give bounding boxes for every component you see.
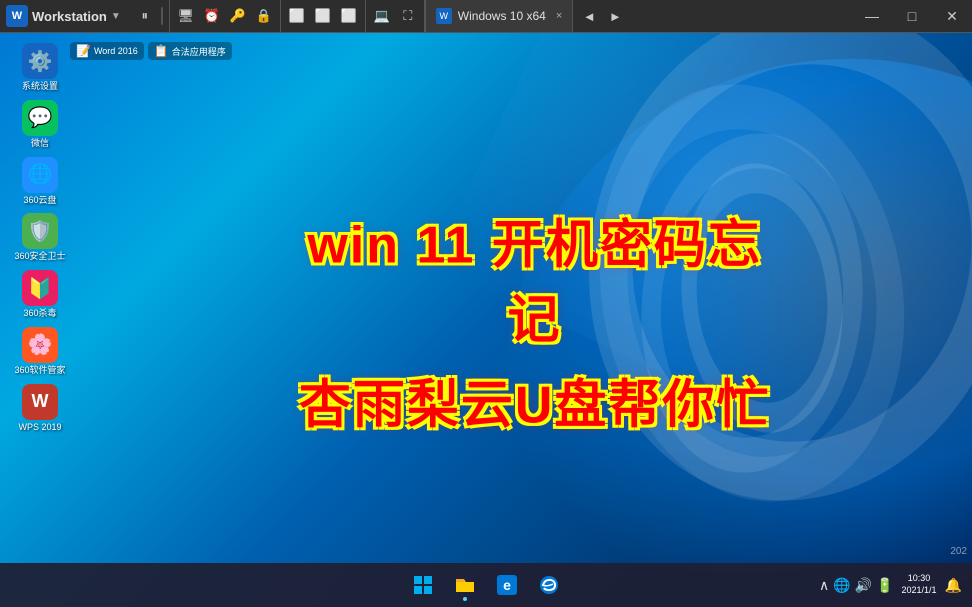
vm-ctrl-4[interactable]: 🔒 — [252, 4, 276, 28]
security-icon-label: 360安全卫士 — [14, 251, 65, 262]
top-app-other-label: 合法应用程序 — [172, 45, 226, 58]
antivirus-icon-label: 360杀毒 — [23, 308, 56, 319]
taskbar-explorer[interactable] — [446, 566, 484, 604]
vm-os-icon: W — [436, 8, 452, 24]
app-title: Workstation — [32, 9, 107, 24]
tray-sound[interactable]: 🔊 — [855, 577, 872, 594]
wps-icon-label: WPS 2019 — [18, 422, 61, 433]
toolbar-vm-controls: 🖥 ⏰ 🔑 🔒 — [170, 0, 281, 32]
vm-tab-close[interactable]: × — [556, 10, 562, 22]
desktop-icon-settings[interactable]: ⚙️ 系统设置 — [8, 43, 72, 92]
terminal-button[interactable]: 💻 — [370, 4, 394, 28]
toolbar-sep — [161, 7, 163, 25]
toolbar-audio: ◄ ► — [573, 0, 631, 32]
cloud-icon: 🌐 — [22, 157, 58, 193]
top-apps-bar: 📝 Word 2016 📋 合法应用程序 — [70, 33, 232, 69]
taskbar: e ∧ 🌐 🔊 🔋 10:30 2021/1/1 — [0, 563, 972, 607]
toolbar-view-controls: ⬜ ⬜ ⬜ — [281, 0, 366, 32]
desktop-icon-360security[interactable]: 🛡️ 360安全卫士 — [8, 213, 72, 262]
app-dropdown-arrow[interactable]: ▼ — [111, 11, 121, 22]
tray-notifications[interactable]: 🔔 — [945, 577, 962, 594]
fullscreen-button[interactable]: ⛶ — [396, 4, 420, 28]
desktop-icon-360manager[interactable]: 🌸 360软件管家 — [8, 327, 72, 376]
watermark: 202 — [950, 546, 967, 557]
top-app-other[interactable]: 📋 合法应用程序 — [148, 42, 232, 60]
vm-tab[interactable]: W Windows 10 x64 × — [425, 0, 573, 32]
view-ctrl-1[interactable]: ⬜ — [285, 4, 309, 28]
tray-chevron[interactable]: ∧ — [819, 577, 829, 594]
tray-battery[interactable]: 🔋 — [876, 577, 893, 594]
titlebar: W Workstation ▼ ⏸ 🖥 ⏰ 🔑 🔒 ⬜ ⬜ ⬜ 💻 ⛶ W Wi… — [0, 0, 972, 33]
desktop-background: 📝 Word 2016 📋 合法应用程序 ⚙️ 系统设置 💬 微信 🌐 360云… — [0, 33, 972, 607]
vm-tab-label: Windows 10 x64 — [458, 9, 546, 23]
appmanager-icon: 🌸 — [22, 327, 58, 363]
swirl-decoration — [352, 33, 972, 607]
settings-icon: ⚙️ — [22, 43, 58, 79]
svg-text:e: e — [503, 577, 511, 593]
system-tray: ∧ 🌐 🔊 🔋 10:30 2021/1/1 🔔 — [819, 563, 962, 607]
minimize-button[interactable]: — — [852, 0, 892, 33]
cloud-icon-label: 360云盘 — [23, 195, 56, 206]
start-button[interactable] — [404, 566, 442, 604]
app-icon: W — [6, 5, 28, 27]
vm-ctrl-1[interactable]: 🖥 — [174, 4, 198, 28]
security-icon: 🛡️ — [22, 213, 58, 249]
antivirus-icon: 🔰 — [22, 270, 58, 306]
wechat-icon-label: 微信 — [31, 138, 49, 149]
view-ctrl-3[interactable]: ⬜ — [337, 4, 361, 28]
toolbar-extra: 💻 ⛶ — [366, 0, 425, 32]
desktop-icon-360cloud[interactable]: 🌐 360云盘 — [8, 157, 72, 206]
audio-right[interactable]: ► — [603, 4, 627, 28]
maximize-button[interactable]: □ — [892, 0, 932, 33]
vm-ctrl-2[interactable]: ⏰ — [200, 4, 224, 28]
close-button[interactable]: ✕ — [932, 0, 972, 33]
vm-viewport: 📝 Word 2016 📋 合法应用程序 ⚙️ 系统设置 💬 微信 🌐 360云… — [0, 33, 972, 607]
audio-left[interactable]: ◄ — [577, 4, 601, 28]
clock[interactable]: 10:30 2021/1/1 — [902, 573, 937, 596]
top-app-word-label: Word 2016 — [94, 46, 138, 56]
taskbar-edge[interactable] — [530, 566, 568, 604]
wechat-icon: 💬 — [22, 100, 58, 136]
top-app-word[interactable]: 📝 Word 2016 — [70, 42, 144, 60]
desktop-icon-wechat[interactable]: 💬 微信 — [8, 100, 72, 149]
desktop-icons: ⚙️ 系统设置 💬 微信 🌐 360云盘 🛡️ 360安全卫士 🔰 360杀毒 … — [8, 43, 72, 433]
desktop-icon-wps[interactable]: W WPS 2019 — [8, 384, 72, 433]
vm-ctrl-3[interactable]: 🔑 — [226, 4, 250, 28]
appmanager-icon-label: 360软件管家 — [14, 365, 65, 376]
window-controls: — □ ✕ — [852, 0, 972, 32]
pause-button[interactable]: ⏸ — [133, 4, 157, 28]
view-ctrl-2[interactable]: ⬜ — [311, 4, 335, 28]
tray-network[interactable]: 🌐 — [833, 577, 850, 594]
wps-icon: W — [22, 384, 58, 420]
toolbar-pause-section: ⏸ — [129, 0, 170, 32]
settings-icon-label: 系统设置 — [22, 81, 58, 92]
taskbar-browser1[interactable]: e — [488, 566, 526, 604]
desktop-icon-360av[interactable]: 🔰 360杀毒 — [8, 270, 72, 319]
